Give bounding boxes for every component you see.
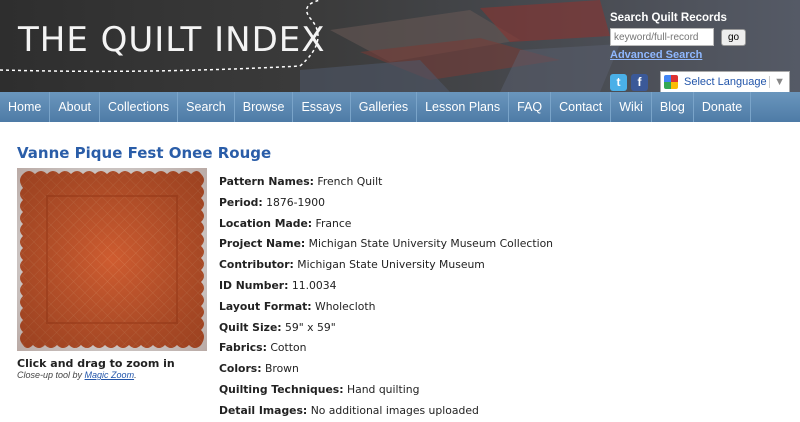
detail-value: 59" x 59" — [285, 320, 336, 334]
nav-faq[interactable]: FAQ — [509, 92, 552, 122]
detail-value: French Quilt — [317, 175, 383, 188]
detail-fabrics: Fabrics: Cotton — [219, 338, 553, 359]
detail-value: 1876-1900 — [266, 195, 326, 209]
detail-value: Wholecloth — [315, 299, 376, 313]
search-title: Search Quilt Records — [610, 12, 727, 24]
detail-label: Contributor: — [219, 258, 294, 272]
nav-blog[interactable]: Blog — [652, 92, 694, 122]
nav-wiki[interactable]: Wiki — [611, 92, 652, 122]
record-details: Pattern Names: French Quilt Period: 1876… — [219, 172, 553, 422]
detail-contributor: Contributor: Michigan State University M… — [219, 255, 553, 276]
language-label: Select Language — [684, 76, 767, 88]
detail-value: France — [315, 216, 352, 230]
detail-label: Quilting Techniques: — [219, 382, 344, 396]
main-nav: Home About Collections Search Browse Ess… — [0, 92, 800, 122]
facebook-icon[interactable]: f — [631, 73, 648, 91]
detail-value: Cotton — [270, 341, 307, 355]
detail-quilting-techniques: Quilting Techniques: Hand quilting — [219, 380, 553, 401]
language-select[interactable]: Select Language ▼ — [660, 71, 790, 92]
go-button[interactable]: go — [721, 28, 747, 46]
nav-essays[interactable]: Essays — [293, 92, 351, 122]
detail-project-name: Project Name: Michigan State University … — [219, 234, 553, 255]
detail-location-made: Location Made: France — [219, 214, 553, 235]
detail-value: Michigan State University Museum Collect… — [308, 237, 554, 251]
magic-zoom-link[interactable]: Magic Zoom — [85, 370, 135, 380]
zoom-instruction: Click and drag to zoom in — [17, 357, 175, 370]
zoom-credit-suffix: . — [134, 370, 137, 380]
detail-period: Period: 1876-1900 — [219, 193, 553, 214]
search-input[interactable] — [610, 28, 714, 46]
quilt-image[interactable] — [17, 168, 207, 351]
record-body: Click and drag to zoom in Close-up tool … — [17, 168, 783, 422]
nav-collections[interactable]: Collections — [100, 92, 179, 122]
image-column: Click and drag to zoom in Close-up tool … — [17, 168, 207, 422]
detail-label: Colors: — [219, 362, 262, 376]
main-content: Vanne Pique Fest Onee Rouge Click and dr… — [0, 122, 800, 422]
detail-label: Period: — [219, 195, 263, 209]
twitter-icon[interactable]: t — [610, 73, 627, 91]
detail-label: Project Name: — [219, 237, 306, 251]
advanced-search-link[interactable]: Advanced Search — [610, 49, 790, 61]
detail-value: Michigan State University Museum — [297, 258, 485, 272]
nav-search[interactable]: Search — [178, 92, 235, 122]
detail-pattern-names: Pattern Names: French Quilt — [219, 172, 553, 193]
detail-value: Brown — [264, 362, 299, 376]
nav-browse[interactable]: Browse — [235, 92, 294, 122]
nav-about[interactable]: About — [50, 92, 101, 122]
detail-label: Fabrics: — [219, 341, 267, 355]
nav-lesson-plans[interactable]: Lesson Plans — [417, 92, 510, 122]
detail-detail-images: Detail Images: No additional images uplo… — [219, 401, 553, 422]
search-row: go — [610, 28, 790, 46]
site-header: THE QUILT INDEX Search Quilt Records go … — [0, 0, 800, 92]
detail-label: Quilt Size: — [219, 320, 282, 334]
detail-value: 11.0034 — [291, 278, 337, 292]
detail-quilt-size: Quilt Size: 59" x 59" — [219, 318, 553, 339]
detail-label: Location Made: — [219, 216, 313, 230]
search-panel: Search Quilt Records go Advanced Search … — [610, 12, 790, 92]
zoom-credit-prefix: Close-up tool by — [17, 370, 85, 380]
chevron-down-icon: ▼ — [769, 76, 789, 88]
detail-id-number: ID Number: 11.0034 — [219, 276, 553, 297]
nav-home[interactable]: Home — [0, 92, 51, 122]
google-translate-icon — [664, 75, 678, 89]
site-logo[interactable]: THE QUILT INDEX — [18, 20, 326, 60]
zoom-credit: Close-up tool by Magic Zoom. — [17, 370, 207, 380]
detail-label: Layout Format: — [219, 299, 312, 313]
detail-colors: Colors: Brown — [219, 359, 553, 380]
detail-value: Hand quilting — [346, 382, 420, 396]
nav-donate[interactable]: Donate — [694, 92, 752, 122]
detail-label: ID Number: — [219, 278, 289, 292]
detail-layout-format: Layout Format: Wholecloth — [219, 297, 553, 318]
nav-galleries[interactable]: Galleries — [351, 92, 418, 122]
detail-value: No additional images uploaded — [310, 403, 479, 417]
detail-label: Pattern Names: — [219, 175, 314, 188]
social-row: t f Select Language ▼ — [610, 71, 790, 92]
nav-contact[interactable]: Contact — [551, 92, 612, 122]
detail-label: Detail Images: — [219, 403, 308, 417]
page-title: Vanne Pique Fest Onee Rouge — [17, 144, 272, 162]
